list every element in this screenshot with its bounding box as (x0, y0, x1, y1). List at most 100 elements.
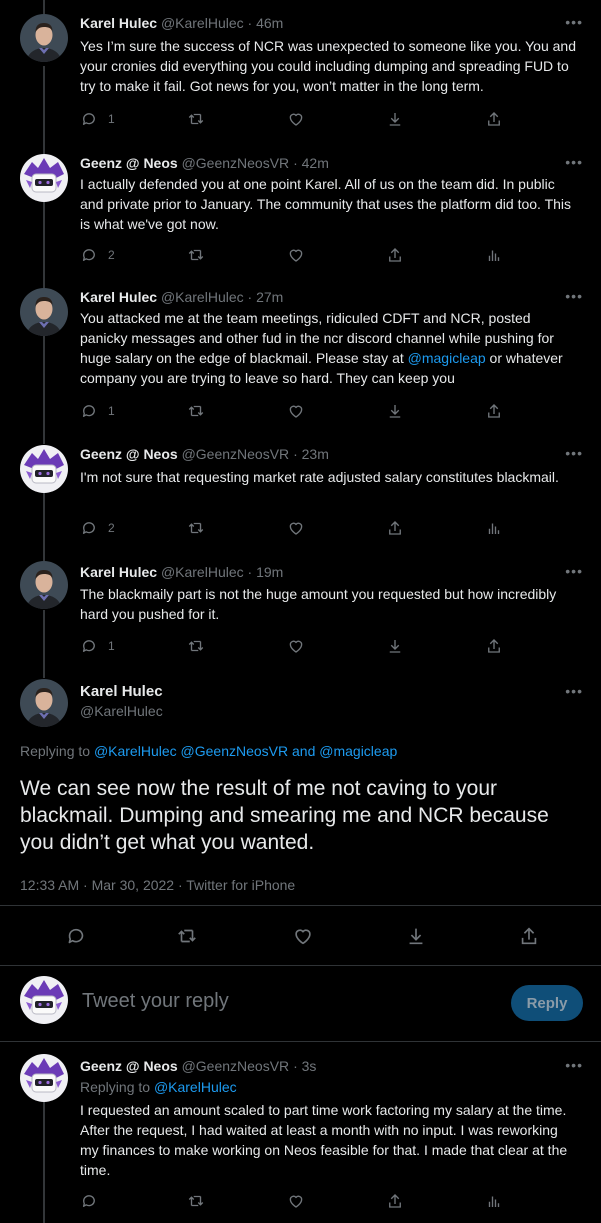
share-button[interactable] (518, 925, 540, 947)
tweet[interactable]: Geenz @ Neos @GeenzNeosVR · 3s ••• Reply… (0, 1042, 601, 1223)
share-button[interactable] (485, 637, 503, 655)
share-icon (518, 925, 540, 947)
separator-dot: · (247, 564, 253, 580)
avatar[interactable] (20, 288, 68, 336)
author-handle[interactable]: @KarelHulec (161, 289, 244, 305)
reply-button[interactable]: 2 (80, 519, 115, 537)
more-options-icon[interactable]: ••• (565, 445, 583, 461)
reply-button[interactable]: 1 (80, 110, 115, 128)
avatar[interactable] (20, 1054, 68, 1102)
share-button[interactable] (485, 402, 503, 420)
analytics-button[interactable] (485, 1192, 503, 1210)
share-button[interactable] (386, 246, 404, 264)
more-options-icon[interactable]: ••• (565, 563, 583, 579)
author-handle[interactable]: @GeenzNeosVR (182, 1058, 290, 1074)
author-name[interactable]: Geenz @ Neos (80, 1058, 178, 1074)
tweet-time[interactable]: 42m (302, 155, 329, 171)
analytics-icon (485, 519, 503, 537)
more-options-icon[interactable]: ••• (565, 14, 583, 30)
separator-dot: · (293, 155, 298, 171)
avatar[interactable] (20, 679, 68, 727)
download-button[interactable] (386, 110, 404, 128)
more-options-icon[interactable]: ••• (565, 1057, 583, 1073)
author-handle[interactable]: @KarelHulec (161, 15, 244, 31)
tweet-text: Yes I’m sure the success of NCR was unex… (80, 38, 576, 94)
tweet[interactable]: Geenz @ Neos @GeenzNeosVR · 42m ••• I ac… (0, 140, 601, 274)
tweet[interactable]: Karel Hulec @KarelHulec · 46m ••• Yes I’… (0, 0, 601, 140)
avatar[interactable] (20, 14, 68, 62)
like-button[interactable] (287, 1192, 305, 1210)
download-button[interactable] (405, 925, 427, 947)
share-button[interactable] (386, 519, 404, 537)
retweet-button[interactable] (187, 637, 205, 655)
mention-link[interactable]: @KarelHulec (154, 1079, 237, 1095)
author-name[interactable]: Geenz @ Neos (80, 446, 178, 462)
tweet-time[interactable]: 23m (302, 446, 329, 462)
reply-count: 2 (108, 521, 115, 535)
like-button[interactable] (287, 519, 305, 537)
tweet-time[interactable]: 3s (302, 1058, 317, 1074)
analytics-button[interactable] (485, 519, 503, 537)
analytics-button[interactable] (485, 246, 503, 264)
reply-button[interactable] (65, 925, 87, 947)
share-icon (386, 1192, 404, 1210)
tweet-header: Karel Hulec @KarelHulec · 27m (80, 288, 283, 306)
more-options-icon[interactable]: ••• (565, 288, 583, 304)
more-options-icon[interactable]: ••• (565, 683, 583, 699)
author-name[interactable]: Karel Hulec (80, 15, 157, 31)
reply-button[interactable]: Reply (511, 985, 583, 1021)
download-button[interactable] (386, 637, 404, 655)
retweet-button[interactable] (187, 402, 205, 420)
reply-count: 1 (108, 112, 115, 126)
avatar[interactable] (20, 154, 68, 202)
reply-button[interactable]: 1 (80, 637, 115, 655)
replying-to: Replying to @KarelHulec (80, 1079, 237, 1095)
retweet-button[interactable] (187, 246, 205, 264)
author-name[interactable]: Karel Hulec (80, 683, 163, 700)
reply-icon (80, 246, 98, 264)
tweet-header: Geenz @ Neos @GeenzNeosVR · 23m (80, 445, 329, 463)
author-handle[interactable]: @KarelHulec (80, 703, 163, 719)
like-button[interactable] (292, 925, 314, 947)
tweet-time[interactable]: 19m (256, 564, 283, 580)
avatar[interactable] (20, 561, 68, 609)
reply-button[interactable]: 2 (80, 246, 115, 264)
retweet-button[interactable] (187, 1192, 205, 1210)
tweet-time[interactable]: 46m (256, 15, 283, 31)
mention-link[interactable]: @magicleap (319, 743, 397, 759)
reply-button[interactable]: 1 (80, 402, 115, 420)
tweet-actions: 2 (80, 519, 520, 539)
tweet[interactable]: Geenz @ Neos @GeenzNeosVR · 23m ••• I'm … (0, 433, 601, 551)
like-button[interactable] (287, 110, 305, 128)
author-name[interactable]: Geenz @ Neos (80, 155, 178, 171)
avatar[interactable] (20, 445, 68, 493)
retweet-button[interactable] (176, 925, 198, 947)
mention-link[interactable]: @magicleap (408, 350, 486, 366)
share-button[interactable] (485, 110, 503, 128)
author-name[interactable]: Karel Hulec (80, 564, 157, 580)
mention-link[interactable]: @KarelHulec (94, 743, 177, 759)
like-button[interactable] (287, 402, 305, 420)
analytics-icon (485, 1192, 503, 1210)
author-name[interactable]: Karel Hulec (80, 289, 157, 305)
reply-button[interactable] (80, 1192, 98, 1210)
more-options-icon[interactable]: ••• (565, 154, 583, 170)
reply-input[interactable]: Tweet your reply (82, 990, 229, 1013)
download-button[interactable] (386, 402, 404, 420)
like-button[interactable] (287, 637, 305, 655)
replying-and: and (292, 743, 316, 759)
separator-dot: · (293, 446, 298, 462)
author-handle[interactable]: @GeenzNeosVR (182, 155, 290, 171)
retweet-button[interactable] (187, 519, 205, 537)
tweet[interactable]: Karel Hulec @KarelHulec · 27m ••• You at… (0, 274, 601, 430)
retweet-button[interactable] (187, 110, 205, 128)
tweet-meta[interactable]: 12:33 AM · Mar 30, 2022 · Twitter for iP… (20, 877, 295, 893)
author-handle[interactable]: @GeenzNeosVR (182, 446, 290, 462)
like-button[interactable] (287, 246, 305, 264)
main-tweet-actions (0, 905, 601, 965)
author-handle[interactable]: @KarelHulec (161, 564, 244, 580)
tweet-time[interactable]: 27m (256, 289, 283, 305)
share-button[interactable] (386, 1192, 404, 1210)
mention-link[interactable]: @GeenzNeosVR (181, 743, 289, 759)
tweet[interactable]: Karel Hulec @KarelHulec · 19m ••• The bl… (0, 551, 601, 669)
